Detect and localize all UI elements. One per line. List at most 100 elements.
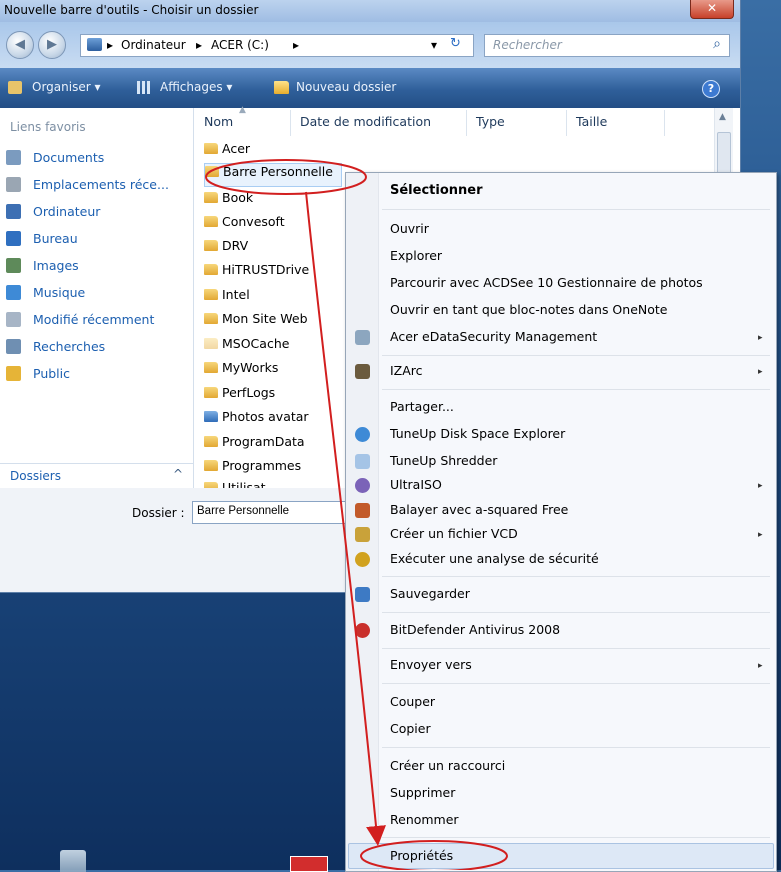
list-item[interactable]: Programmes bbox=[204, 458, 301, 480]
forward-button[interactable]: ▶ bbox=[38, 31, 66, 59]
refresh-icon[interactable]: ↻ bbox=[450, 36, 461, 51]
list-item[interactable]: PerfLogs bbox=[204, 385, 275, 407]
list-item[interactable]: HiTRUSTDrive bbox=[204, 262, 309, 284]
command-toolbar: Organiser ▾ Affichages ▾ Nouveau dossier… bbox=[0, 68, 740, 108]
menu-item-properties[interactable]: Propriétés bbox=[390, 848, 453, 863]
sidebar-item-music[interactable]: Musique bbox=[6, 285, 85, 307]
title-bar[interactable]: Nouvelle barre d'outils - Choisir un dos… bbox=[0, 0, 740, 22]
breadcrumb-ordinateur[interactable]: Ordinateur bbox=[121, 38, 186, 52]
menu-item-send-to[interactable]: Envoyer vers bbox=[390, 657, 472, 672]
list-item[interactable]: Utilisat... bbox=[204, 480, 277, 488]
new-folder-button[interactable]: Nouveau dossier bbox=[296, 80, 396, 94]
list-item[interactable]: Photos avatar bbox=[204, 409, 309, 431]
back-button[interactable]: ◀ bbox=[6, 31, 34, 59]
sidebar-item-computer[interactable]: Ordinateur bbox=[6, 204, 100, 226]
sidebar-item-public[interactable]: Public bbox=[6, 366, 70, 388]
sidebar-item-desktop[interactable]: Bureau bbox=[6, 231, 78, 253]
menu-item-ultraiso[interactable]: UltraISO bbox=[390, 477, 442, 492]
folder-name-value: Barre Personnelle bbox=[197, 505, 290, 517]
scroll-thumb[interactable] bbox=[717, 132, 731, 174]
menu-separator bbox=[382, 837, 770, 838]
list-item[interactable]: Book bbox=[204, 190, 253, 212]
favorites-header: Liens favoris bbox=[10, 120, 86, 134]
sort-ascending-icon: ▲ bbox=[239, 105, 246, 115]
menu-item-tuneup-shredder[interactable]: TuneUp Shredder bbox=[390, 453, 497, 468]
file-name: Barre Personnelle bbox=[223, 164, 333, 179]
organize-icon bbox=[8, 81, 22, 94]
folder-icon bbox=[204, 313, 218, 324]
sidebar-item-recent-places[interactable]: Emplacements réce... bbox=[6, 177, 169, 199]
context-menu: Sélectionner Ouvrir Explorer Parcourir a… bbox=[345, 172, 777, 872]
menu-item-security-scan[interactable]: Exécuter une analyse de sécurité bbox=[390, 551, 599, 566]
column-header-date[interactable]: Date de modification bbox=[300, 114, 431, 129]
sidebar-item-label: Bureau bbox=[33, 231, 78, 246]
folders-toggle-bar[interactable]: Dossiers ^ bbox=[0, 463, 193, 488]
menu-item-tuneup-disk-space[interactable]: TuneUp Disk Space Explorer bbox=[390, 426, 565, 441]
scroll-up-icon[interactable]: ▲ bbox=[719, 112, 726, 122]
menu-item-create-vcd[interactable]: Créer un fichier VCD bbox=[390, 526, 518, 541]
window-title: Nouvelle barre d'outils - Choisir un dos… bbox=[4, 3, 259, 17]
file-name: ProgramData bbox=[222, 434, 305, 449]
menu-separator bbox=[382, 612, 770, 613]
file-name: MyWorks bbox=[222, 360, 279, 375]
list-item[interactable]: Acer bbox=[204, 141, 250, 163]
menu-item-share[interactable]: Partager... bbox=[390, 399, 454, 414]
menu-item-acer-edatasecurity[interactable]: Acer eDataSecurity Management bbox=[390, 329, 597, 344]
file-name: Convesoft bbox=[222, 214, 285, 229]
menu-item-acdsee[interactable]: Parcourir avec ACDSee 10 Gestionnaire de… bbox=[390, 275, 703, 290]
folder-icon bbox=[204, 240, 218, 251]
menu-item-bitdefender[interactable]: BitDefender Antivirus 2008 bbox=[390, 622, 560, 637]
column-divider[interactable] bbox=[664, 110, 665, 136]
forward-arrow-icon: ▶ bbox=[47, 37, 57, 52]
photo-folder-icon bbox=[204, 411, 218, 422]
file-name: Photos avatar bbox=[222, 409, 309, 424]
column-header-name[interactable]: Nom bbox=[204, 114, 233, 129]
list-item[interactable]: DRV bbox=[204, 238, 248, 260]
menu-item-delete[interactable]: Supprimer bbox=[390, 785, 455, 800]
folders-label: Dossiers bbox=[10, 469, 61, 483]
breadcrumb-separator: ▸ bbox=[107, 38, 114, 52]
menu-item-backup[interactable]: Sauvegarder bbox=[390, 586, 470, 601]
list-item[interactable]: Mon Site Web bbox=[204, 311, 308, 333]
views-button[interactable]: Affichages ▾ bbox=[160, 80, 232, 94]
menu-item-rename[interactable]: Renommer bbox=[390, 812, 459, 827]
sidebar-item-label: Musique bbox=[33, 285, 86, 300]
list-item[interactable]: MSOCache bbox=[204, 336, 289, 358]
organize-button[interactable]: Organiser ▾ bbox=[32, 80, 100, 94]
menu-item-create-shortcut[interactable]: Créer un raccourci bbox=[390, 758, 505, 773]
sidebar-item-recently-modified[interactable]: Modifié récemment bbox=[6, 312, 154, 334]
address-dropdown-icon[interactable]: ▾ bbox=[431, 38, 437, 52]
breadcrumb-acer-c[interactable]: ACER (C:) bbox=[211, 38, 269, 52]
list-item-selected[interactable]: Barre Personnelle bbox=[204, 163, 342, 187]
menu-item-select[interactable]: Sélectionner bbox=[390, 183, 483, 198]
menu-item-cut[interactable]: Couper bbox=[390, 694, 435, 709]
recycle-bin-icon[interactable] bbox=[60, 850, 86, 872]
sidebar-item-images[interactable]: Images bbox=[6, 258, 79, 280]
menu-item-open[interactable]: Ouvrir bbox=[390, 221, 429, 236]
list-item[interactable]: Convesoft bbox=[204, 214, 285, 236]
computer-icon bbox=[6, 204, 21, 219]
list-item[interactable]: Intel bbox=[204, 287, 250, 309]
close-button[interactable]: ✕ bbox=[690, 0, 734, 19]
help-icon[interactable]: ? bbox=[702, 80, 720, 98]
chevron-up-icon[interactable]: ^ bbox=[173, 467, 183, 481]
menu-item-a-squared[interactable]: Balayer avec a-squared Free bbox=[390, 502, 568, 517]
menu-item-copy[interactable]: Copier bbox=[390, 721, 431, 736]
column-header-type[interactable]: Type bbox=[476, 114, 505, 129]
menu-item-explore[interactable]: Explorer bbox=[390, 248, 442, 263]
address-input[interactable]: ▸ Ordinateur ▸ ACER (C:) ▸ ▾ bbox=[80, 34, 474, 57]
sidebar-item-searches[interactable]: Recherches bbox=[6, 339, 105, 361]
sidebar-item-documents[interactable]: Documents bbox=[6, 150, 104, 172]
search-icon[interactable]: ⌕ bbox=[713, 36, 721, 52]
menu-item-izarc[interactable]: IZArc bbox=[390, 363, 423, 378]
column-divider[interactable] bbox=[466, 110, 467, 136]
search-input[interactable]: Rechercher ⌕ bbox=[484, 34, 730, 57]
list-item[interactable]: MyWorks bbox=[204, 360, 278, 382]
images-icon bbox=[6, 258, 21, 273]
list-item[interactable]: ProgramData bbox=[204, 434, 305, 456]
menu-item-onenote[interactable]: Ouvrir en tant que bloc-notes dans OneNo… bbox=[390, 302, 667, 317]
column-divider[interactable] bbox=[566, 110, 567, 136]
column-divider[interactable] bbox=[290, 110, 291, 136]
folder-icon bbox=[204, 387, 218, 398]
column-header-size[interactable]: Taille bbox=[576, 114, 607, 129]
